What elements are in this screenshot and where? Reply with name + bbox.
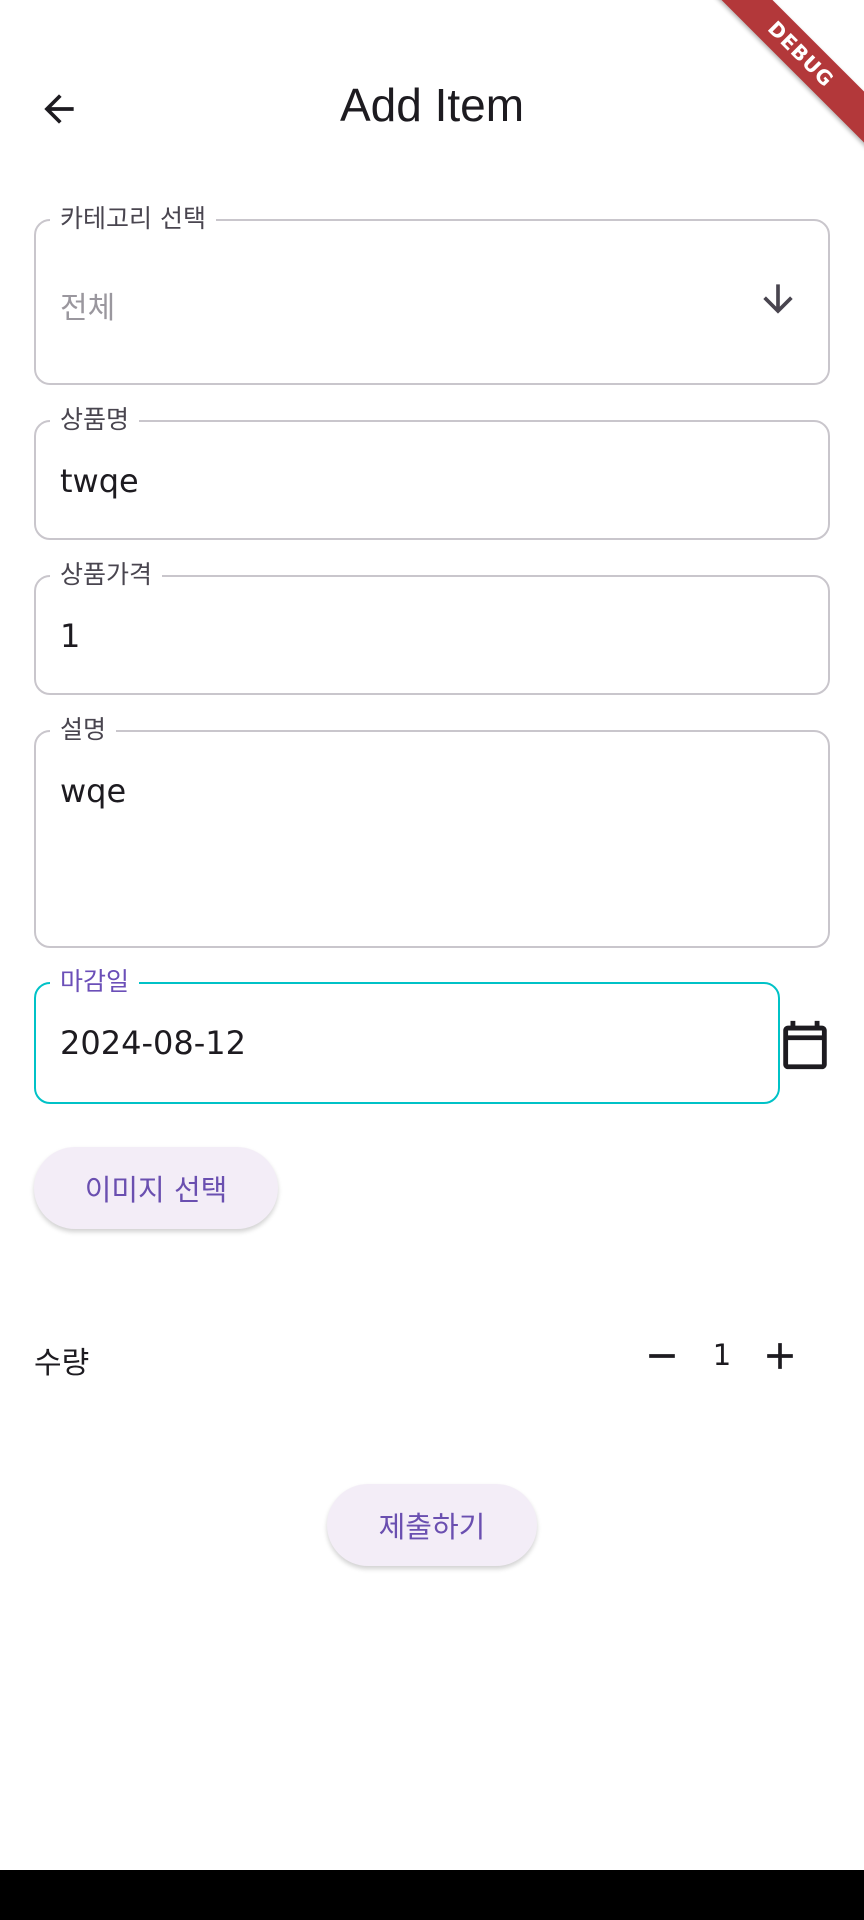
description-field[interactable]: 설명 wqe: [34, 714, 830, 948]
quantity-label: 수량: [34, 1346, 90, 1381]
product-price-label: 상품가격: [50, 559, 163, 591]
category-dropdown[interactable]: 카테고리 선택 전체: [34, 203, 830, 385]
quantity-value: 1: [712, 1338, 732, 1372]
category-label: 카테고리 선택: [50, 203, 216, 235]
product-name-value: twqe: [60, 462, 139, 500]
system-navigation-bar: [0, 1870, 864, 1920]
decrement-button[interactable]: [634, 1328, 690, 1384]
description-label: 설명: [50, 714, 117, 746]
minus-icon: [649, 1354, 675, 1358]
submit-button[interactable]: 제출하기: [327, 1484, 537, 1566]
add-item-screen: Add Item DEBUG 카테고리 선택 전체 상품명 twqe 상품가격 …: [0, 0, 864, 1920]
deadline-field[interactable]: 마감일 2024-08-12: [34, 966, 780, 1104]
app-bar: Add Item: [0, 0, 864, 180]
deadline-label: 마감일: [50, 966, 140, 998]
product-name-label: 상품명: [50, 404, 140, 436]
select-image-button[interactable]: 이미지 선택: [34, 1147, 278, 1229]
product-name-field[interactable]: 상품명 twqe: [34, 404, 830, 540]
description-value: wqe: [60, 772, 127, 810]
deadline-value: 2024-08-12: [60, 1024, 246, 1062]
category-selected-value: 전체: [60, 291, 116, 326]
calendar-icon[interactable]: [776, 1016, 834, 1074]
product-price-field[interactable]: 상품가격 1: [34, 559, 830, 695]
product-price-value: 1: [60, 617, 81, 655]
arrow-down-icon[interactable]: [756, 277, 800, 321]
plus-icon: [767, 1343, 793, 1369]
increment-button[interactable]: [752, 1328, 808, 1384]
page-title: Add Item: [339, 79, 525, 131]
